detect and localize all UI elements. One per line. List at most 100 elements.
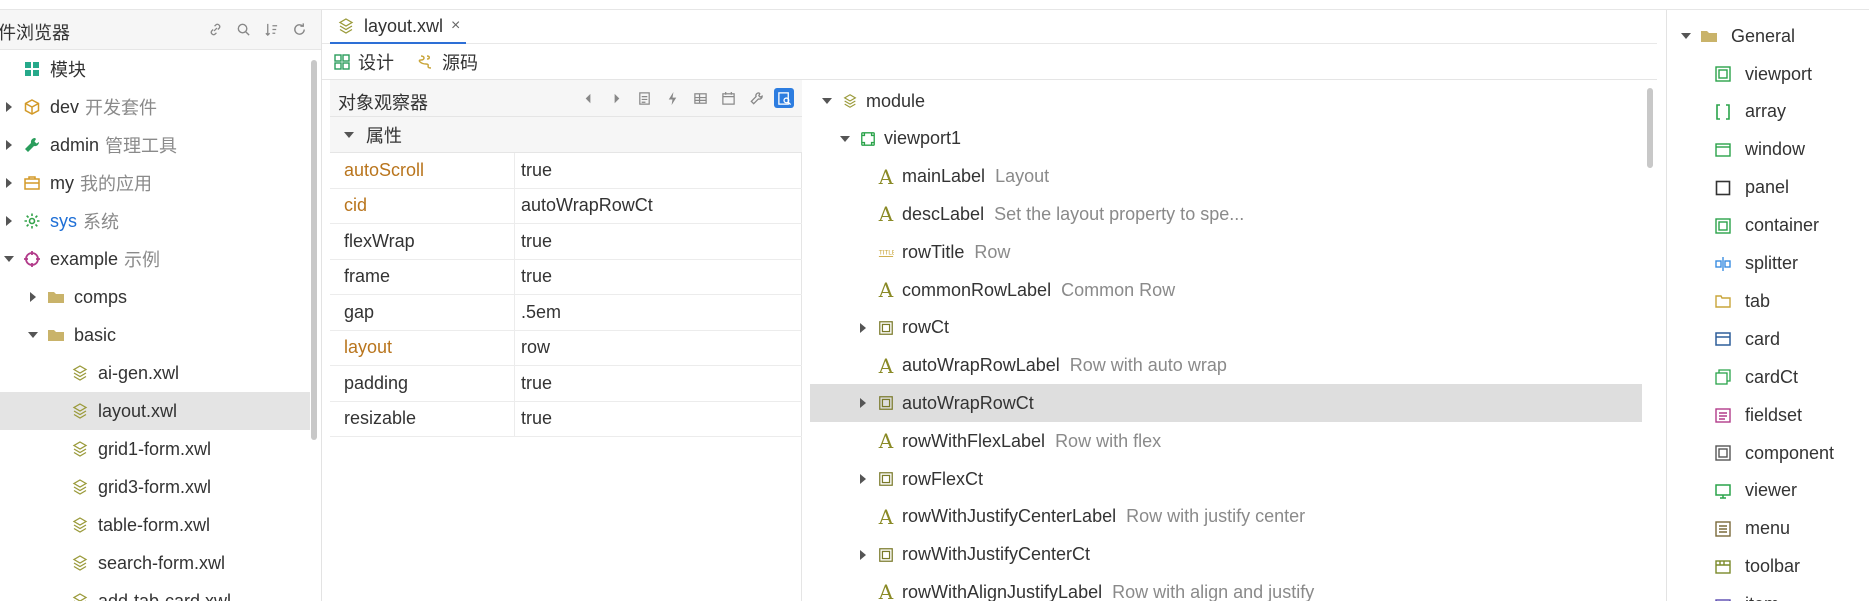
- file-browser-header: 件浏览器: [0, 10, 321, 50]
- palette-item-menu[interactable]: menu: [1713, 510, 1790, 548]
- chevron-right-icon[interactable]: [856, 396, 870, 410]
- design-tree-item[interactable]: AcommonRowLabel Common Row: [810, 271, 1642, 309]
- property-row[interactable]: layout row: [330, 330, 802, 366]
- chevron-down-icon[interactable]: [2, 252, 16, 266]
- properties-section-header[interactable]: 属性: [330, 117, 802, 153]
- chevron-right-icon[interactable]: [2, 100, 16, 114]
- file-tree-item[interactable]: ai-gen.xwl: [0, 354, 310, 392]
- property-value[interactable]: true: [515, 402, 802, 437]
- properties-icon[interactable]: [634, 88, 654, 108]
- grid-icon[interactable]: [690, 88, 710, 108]
- property-row[interactable]: gap .5em: [330, 295, 802, 331]
- design-tree-item[interactable]: AdescLabel Set the layout property to spe…: [810, 195, 1642, 233]
- palette-item-viewport[interactable]: viewport: [1713, 55, 1812, 93]
- chevron-right-icon[interactable]: [856, 548, 870, 562]
- design-tree-item[interactable]: TITLE rowTitle Row: [810, 233, 1642, 271]
- package-icon: [22, 97, 42, 117]
- design-tree-item[interactable]: rowFlexCt: [810, 460, 1642, 498]
- palette-group-general[interactable]: General: [1679, 17, 1795, 55]
- file-tree-item[interactable]: comps: [0, 278, 310, 316]
- design-tree-item[interactable]: autoWrapRowCt: [810, 384, 1642, 423]
- chevron-right-icon[interactable]: [2, 214, 16, 228]
- property-value[interactable]: true: [515, 224, 802, 259]
- link-icon[interactable]: [206, 20, 224, 38]
- palette-item-label: viewport: [1745, 63, 1813, 84]
- search-icon[interactable]: [234, 20, 252, 38]
- events-icon[interactable]: [662, 88, 682, 108]
- design-tree-item[interactable]: AautoWrapRowLabel Row with auto wrap: [810, 347, 1642, 385]
- property-value[interactable]: autoWrapRowCt: [515, 189, 802, 224]
- property-row[interactable]: resizable true: [330, 401, 802, 437]
- palette-item-splitter[interactable]: splitter: [1713, 245, 1798, 283]
- palette-item-container[interactable]: container: [1713, 207, 1819, 245]
- chevron-right-icon[interactable]: [26, 290, 40, 304]
- inspect-icon[interactable]: [774, 88, 794, 108]
- file-tree-item[interactable]: admin 管理工具: [0, 126, 310, 164]
- tab-source[interactable]: 源码: [416, 44, 478, 80]
- file-tree-item[interactable]: sys 系统: [0, 202, 310, 240]
- palette-item-viewer[interactable]: viewer: [1713, 472, 1797, 510]
- palette-item-fieldset[interactable]: fieldset: [1713, 396, 1802, 434]
- chevron-right-icon[interactable]: [856, 321, 870, 335]
- refresh-icon[interactable]: [290, 20, 308, 38]
- file-tree-item[interactable]: example 示例: [0, 240, 310, 278]
- property-key: resizable: [330, 401, 515, 436]
- design-tree-item[interactable]: viewport1: [810, 120, 1642, 158]
- palette-item-toolbar[interactable]: toolbar: [1713, 548, 1800, 586]
- palette-item-item[interactable]: item: [1713, 586, 1779, 601]
- file-tree-scrollbar[interactable]: [310, 50, 318, 590]
- property-row[interactable]: padding true: [330, 366, 802, 402]
- property-row[interactable]: cid autoWrapRowCt: [330, 188, 802, 224]
- design-tree-item[interactable]: ArowWithJustifyCenterLabel Row with justi…: [810, 498, 1642, 536]
- palette-item-panel[interactable]: panel: [1713, 169, 1789, 207]
- file-tree-item[interactable]: 模块: [0, 50, 310, 88]
- design-tree-scrollbar[interactable]: [1645, 80, 1655, 601]
- palette-item-component[interactable]: component: [1713, 434, 1834, 472]
- property-row[interactable]: autoScroll true: [330, 153, 802, 189]
- design-tree-item[interactable]: AmainLabel Layout: [810, 158, 1642, 196]
- file-tree-item[interactable]: basic: [0, 316, 310, 354]
- tab-design[interactable]: 设计: [332, 44, 394, 80]
- chevron-right-icon[interactable]: [2, 176, 16, 190]
- file-tree-item[interactable]: table-form.xwl: [0, 506, 310, 544]
- xwl-file-icon: [70, 401, 90, 421]
- chevron-down-icon[interactable]: [838, 132, 852, 146]
- design-tree-item[interactable]: module: [810, 82, 1642, 120]
- palette-item-tab[interactable]: tab: [1713, 282, 1770, 320]
- chevron-right-icon[interactable]: [606, 88, 626, 108]
- file-tree-item[interactable]: grid1-form.xwl: [0, 430, 310, 468]
- design-tree-item[interactable]: rowWithJustifyCenterCt: [810, 536, 1642, 574]
- design-tree-item[interactable]: ArowWithFlexLabel Row with flex: [810, 422, 1642, 460]
- design-tree-item[interactable]: ArowWithAlignJustifyLabel Row with align …: [810, 573, 1642, 601]
- chevron-down-icon[interactable]: [820, 94, 834, 108]
- file-tree-item[interactable]: add-tab-card.xwl: [0, 582, 310, 601]
- design-tree-item-label: rowFlexCt: [902, 468, 984, 489]
- file-tree-item[interactable]: dev 开发套件: [0, 88, 310, 126]
- property-value[interactable]: row: [515, 331, 802, 366]
- file-tree-item[interactable]: search-form.xwl: [0, 544, 310, 582]
- chevron-right-icon[interactable]: [2, 138, 16, 152]
- calendar-icon[interactable]: [718, 88, 738, 108]
- property-value[interactable]: true: [515, 366, 802, 401]
- chevron-down-icon[interactable]: [26, 328, 40, 342]
- palette-item-array[interactable]: array: [1713, 93, 1786, 131]
- tab-layout-xwl[interactable]: layout.xwl ×: [330, 10, 467, 44]
- sort-icon[interactable]: [262, 20, 280, 38]
- container-icon: [876, 318, 896, 338]
- close-icon[interactable]: ×: [451, 17, 460, 35]
- property-value[interactable]: true: [515, 153, 802, 188]
- property-row[interactable]: flexWrap true: [330, 224, 802, 260]
- palette-item-window[interactable]: window: [1713, 131, 1805, 169]
- property-value[interactable]: true: [515, 260, 802, 295]
- property-row[interactable]: frame true: [330, 259, 802, 295]
- wrench-icon[interactable]: [746, 88, 766, 108]
- palette-item-card[interactable]: card: [1713, 320, 1780, 358]
- file-tree-item[interactable]: grid3-form.xwl: [0, 468, 310, 506]
- palette-item-cardCt[interactable]: cardCt: [1713, 358, 1798, 396]
- chevron-left-icon[interactable]: [578, 88, 598, 108]
- property-value[interactable]: .5em: [515, 295, 802, 330]
- chevron-right-icon[interactable]: [856, 472, 870, 486]
- file-tree-item[interactable]: my 我的应用: [0, 164, 310, 202]
- design-tree-item[interactable]: rowCt: [810, 309, 1642, 347]
- file-tree-item[interactable]: layout.xwl: [0, 392, 310, 430]
